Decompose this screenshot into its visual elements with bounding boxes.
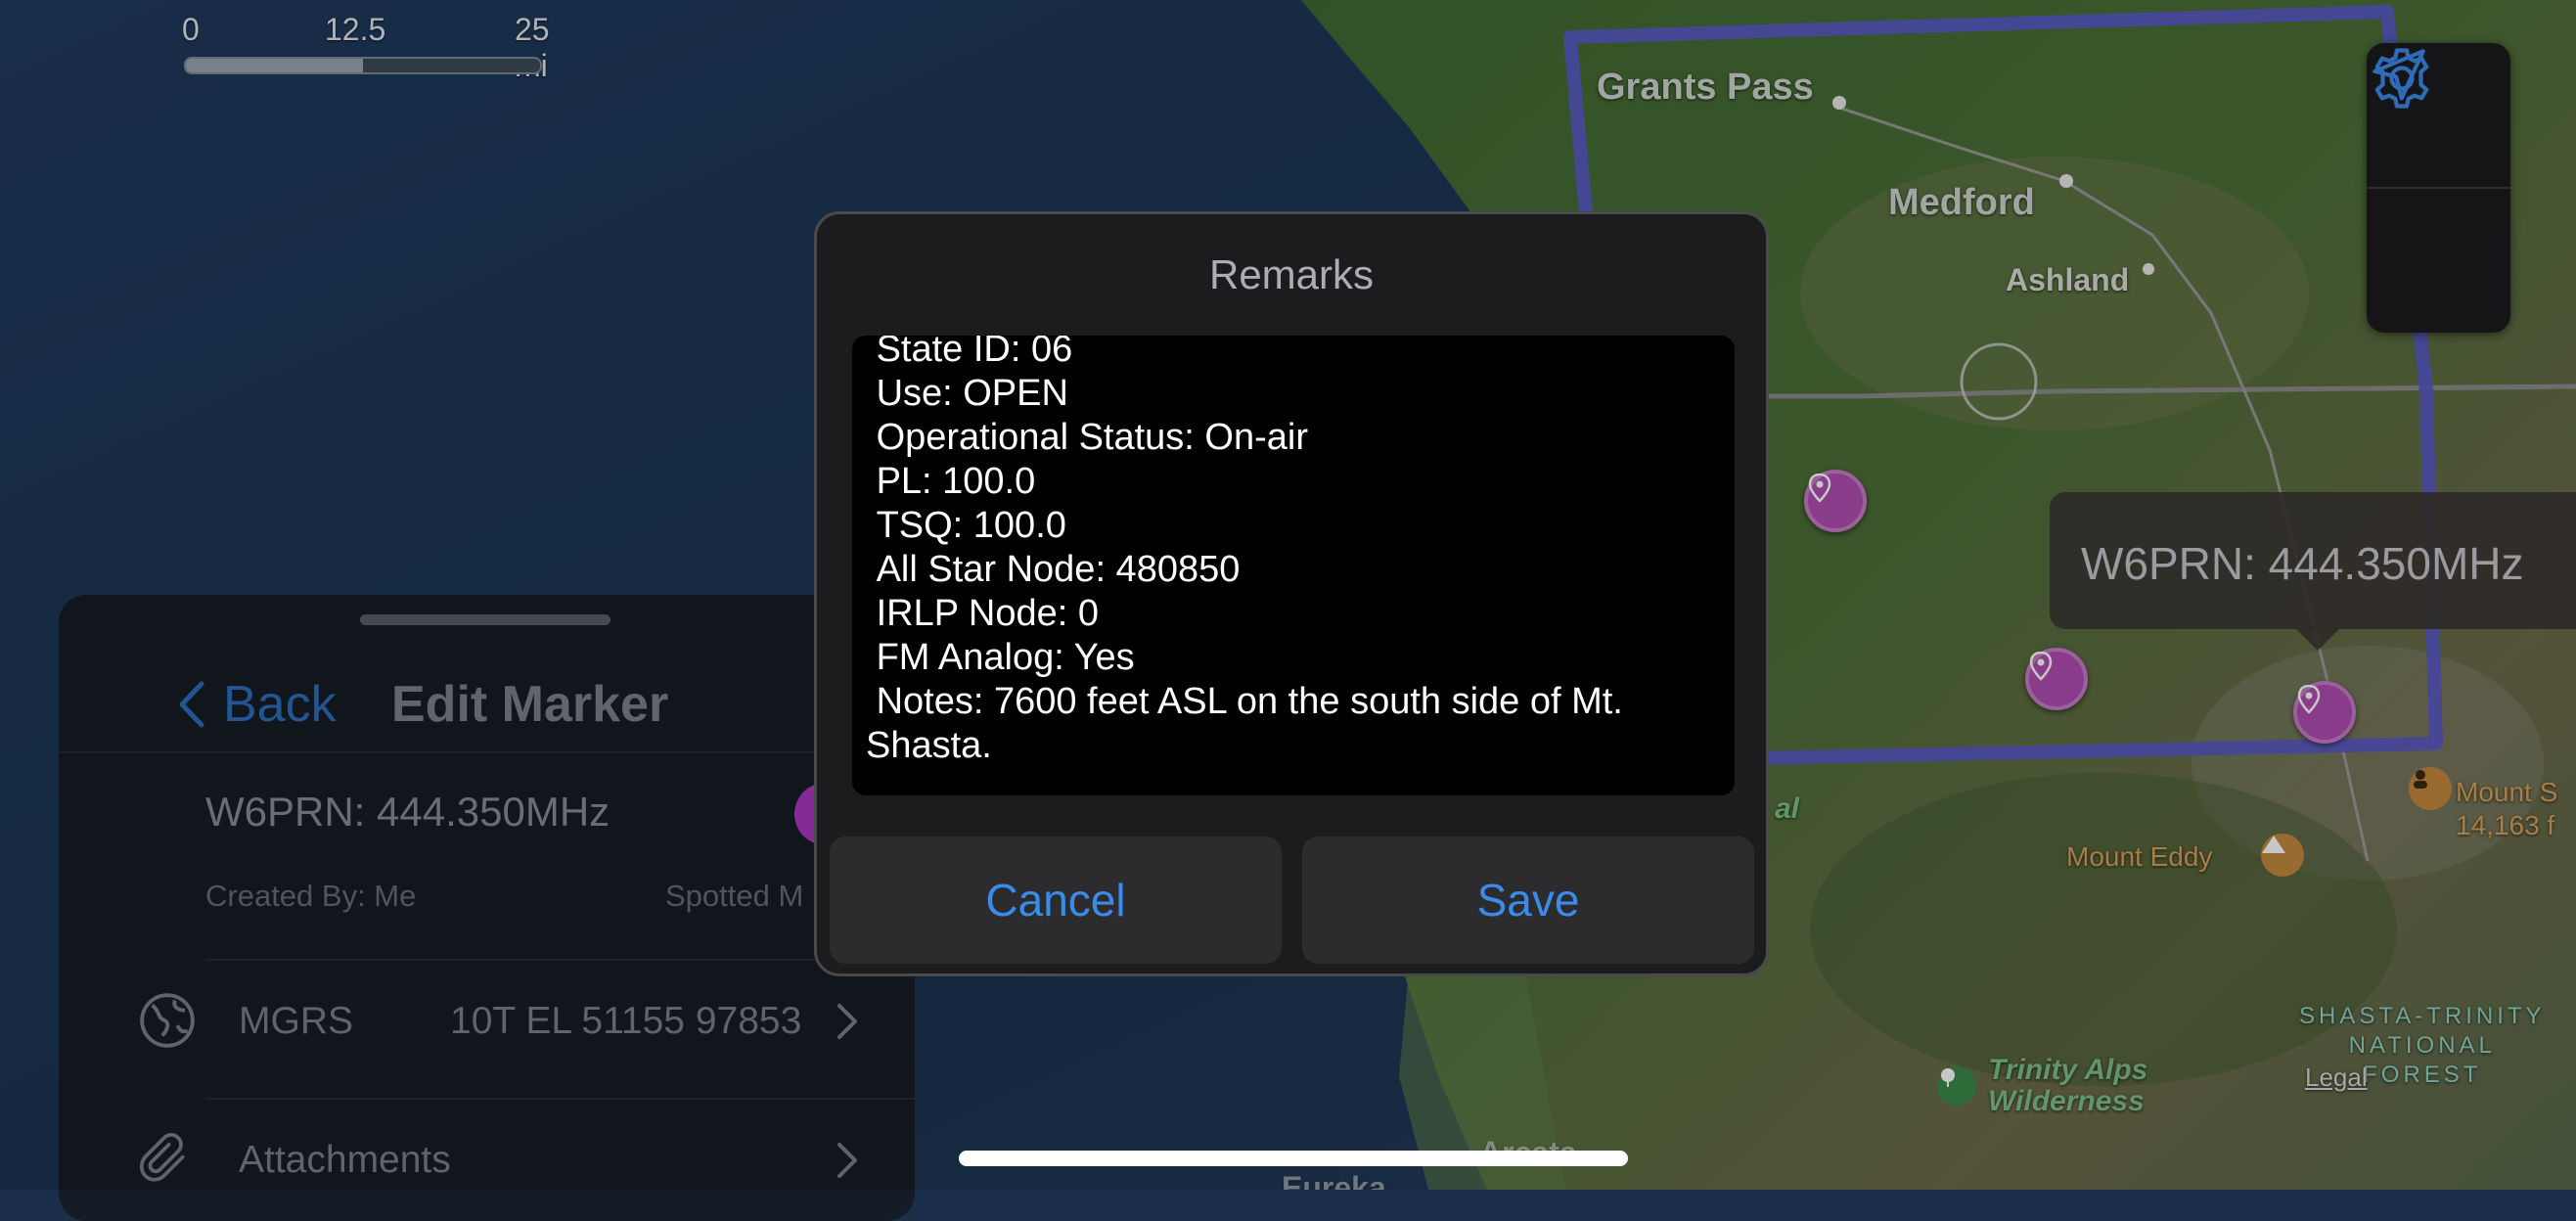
remarks-text-area[interactable]: State ID: 06 Use: OPEN Operational Statu… <box>852 336 1735 795</box>
save-button[interactable]: Save <box>1302 837 1754 964</box>
remarks-text: State ID: 06 Use: OPEN Operational Statu… <box>866 336 1623 766</box>
cancel-button[interactable]: Cancel <box>830 837 1282 964</box>
remarks-dialog: Remarks State ID: 06 Use: OPEN Operation… <box>814 211 1769 976</box>
dialog-title: Remarks <box>1208 251 1375 297</box>
home-indicator[interactable] <box>959 1151 1628 1166</box>
